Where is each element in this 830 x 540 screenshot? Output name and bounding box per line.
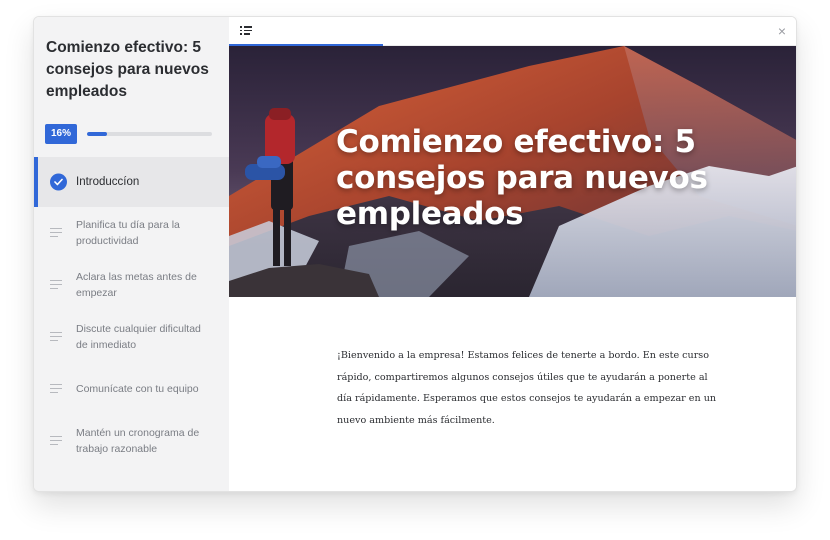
lesson-label: Aclara las metas antes de empezar	[76, 271, 197, 299]
hero-banner: Comienzo efectivo: 5 consejos para nuevo…	[229, 46, 796, 297]
text-lines-icon	[50, 332, 62, 342]
lesson-list: Introduccíon Planifica tu día para la pr…	[34, 157, 229, 467]
close-icon[interactable]: ×	[776, 24, 788, 38]
check-circle-icon	[50, 173, 67, 191]
lesson-label: Comunícate con tu equipo	[76, 383, 199, 395]
list-icon[interactable]	[240, 26, 252, 36]
progress-bar-fill	[87, 132, 107, 136]
lesson-item-manten[interactable]: Mantén un cronograma de trabajo razonabl…	[34, 415, 229, 467]
lesson-label: Introduccíon	[76, 176, 140, 188]
lesson-item-introduccion[interactable]: Introduccíon	[34, 157, 229, 207]
hero-title: Comienzo efectivo: 5 consejos para nuevo…	[336, 124, 708, 232]
lesson-item-aclara[interactable]: Aclara las metas antes de empezar	[34, 259, 229, 311]
lesson-label: Planifica tu día para la productividad	[76, 219, 180, 247]
text-lines-icon	[50, 436, 62, 446]
sidebar: Comienzo efectivo: 5 consejos para nuevo…	[34, 17, 229, 491]
lesson-item-discute[interactable]: Discute cualquier dificultad de inmediat…	[34, 311, 229, 363]
lesson-item-planifica[interactable]: Planifica tu día para la productividad	[34, 207, 229, 259]
intro-paragraph: ¡Bienvenido a la empresa! Estamos felice…	[337, 350, 717, 426]
lesson-label: Discute cualquier dificultad de inmediat…	[76, 323, 201, 351]
progress-bar	[87, 132, 212, 136]
text-lines-icon	[50, 228, 62, 238]
progress-badge: 16%	[45, 124, 77, 144]
course-window: Comienzo efectivo: 5 consejos para nuevo…	[33, 16, 797, 492]
main-content: × Comienzo efectivo: 5 consejos para nue…	[229, 17, 796, 491]
top-bar: ×	[229, 17, 796, 46]
lesson-label: Mantén un cronograma de trabajo razonabl…	[76, 427, 200, 455]
text-lines-icon	[50, 280, 62, 290]
course-title: Comienzo efectivo: 5 consejos para nuevo…	[46, 39, 209, 100]
text-lines-icon	[50, 384, 62, 394]
lesson-item-comunicate[interactable]: Comunícate con tu equipo	[34, 363, 229, 415]
